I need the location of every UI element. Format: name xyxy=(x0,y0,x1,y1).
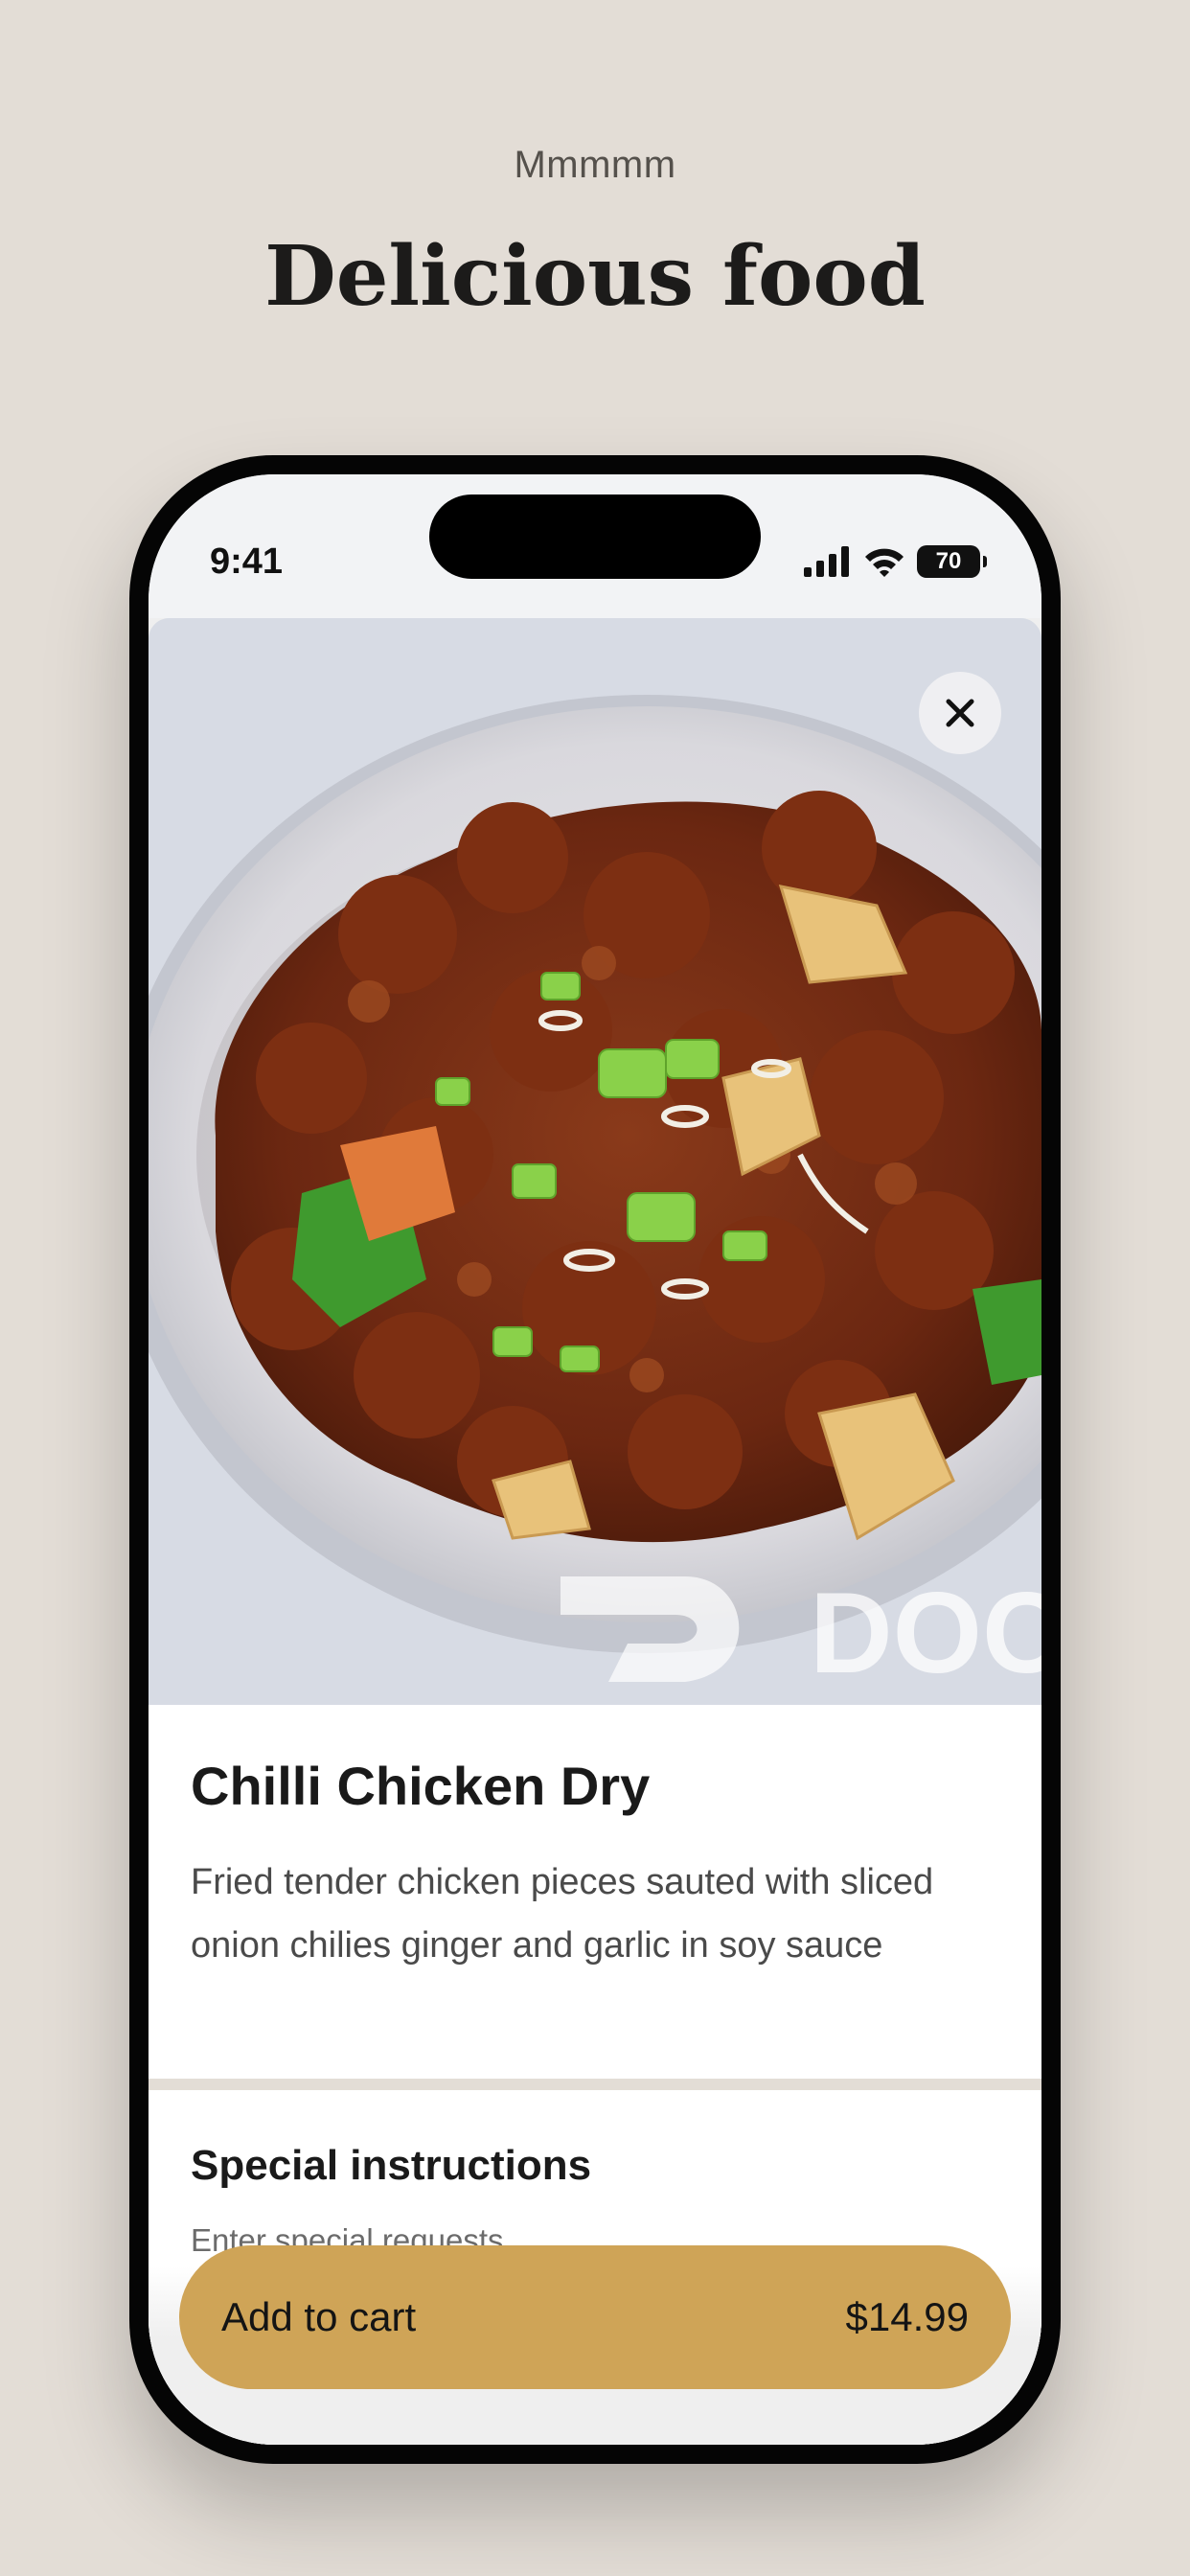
item-info: Chilli Chicken Dry Fried tender chicken … xyxy=(149,1705,1041,2079)
promo-headline: Delicious food xyxy=(264,228,926,325)
add-to-cart-button[interactable]: Add to cart $14.99 xyxy=(179,2245,1011,2389)
item-description: Fried tender chicken pieces sauted with … xyxy=(191,1862,934,1966)
item-detail-sheet: DOO Chilli Chicken Dry Fried tender chic… xyxy=(149,618,1041,2445)
phone-frame: 9:41 70 DOO Chilli Chicken Dry Fried ten… xyxy=(129,455,1061,2464)
item-photo: DOO xyxy=(149,618,1041,1705)
phone-screen: 9:41 70 DOO Chilli Chicken Dry Fried ten… xyxy=(149,474,1041,2445)
status-icons: 70 xyxy=(804,545,987,578)
close-button[interactable] xyxy=(919,672,1001,754)
dynamic-island xyxy=(429,494,761,579)
wifi-icon xyxy=(865,548,904,577)
cart-price: $14.99 xyxy=(845,2294,969,2339)
food-plate-illustration: DOO xyxy=(149,618,1041,1705)
add-to-cart-label: Add to cart xyxy=(221,2294,417,2339)
photo-watermark: DOO xyxy=(810,1569,1041,1697)
section-divider xyxy=(149,2079,1041,2090)
battery-icon: 70 xyxy=(917,545,987,578)
item-title: Chilli Chicken Dry xyxy=(191,1756,651,1816)
battery-level: 70 xyxy=(935,548,962,574)
status-bar: 9:41 70 xyxy=(149,474,1041,618)
close-icon xyxy=(946,699,974,727)
status-time: 9:41 xyxy=(210,541,284,582)
signal-icon xyxy=(804,546,849,577)
special-instructions-title: Special instructions xyxy=(191,2142,592,2189)
promo-eyebrow: Mmmmm xyxy=(514,144,676,186)
